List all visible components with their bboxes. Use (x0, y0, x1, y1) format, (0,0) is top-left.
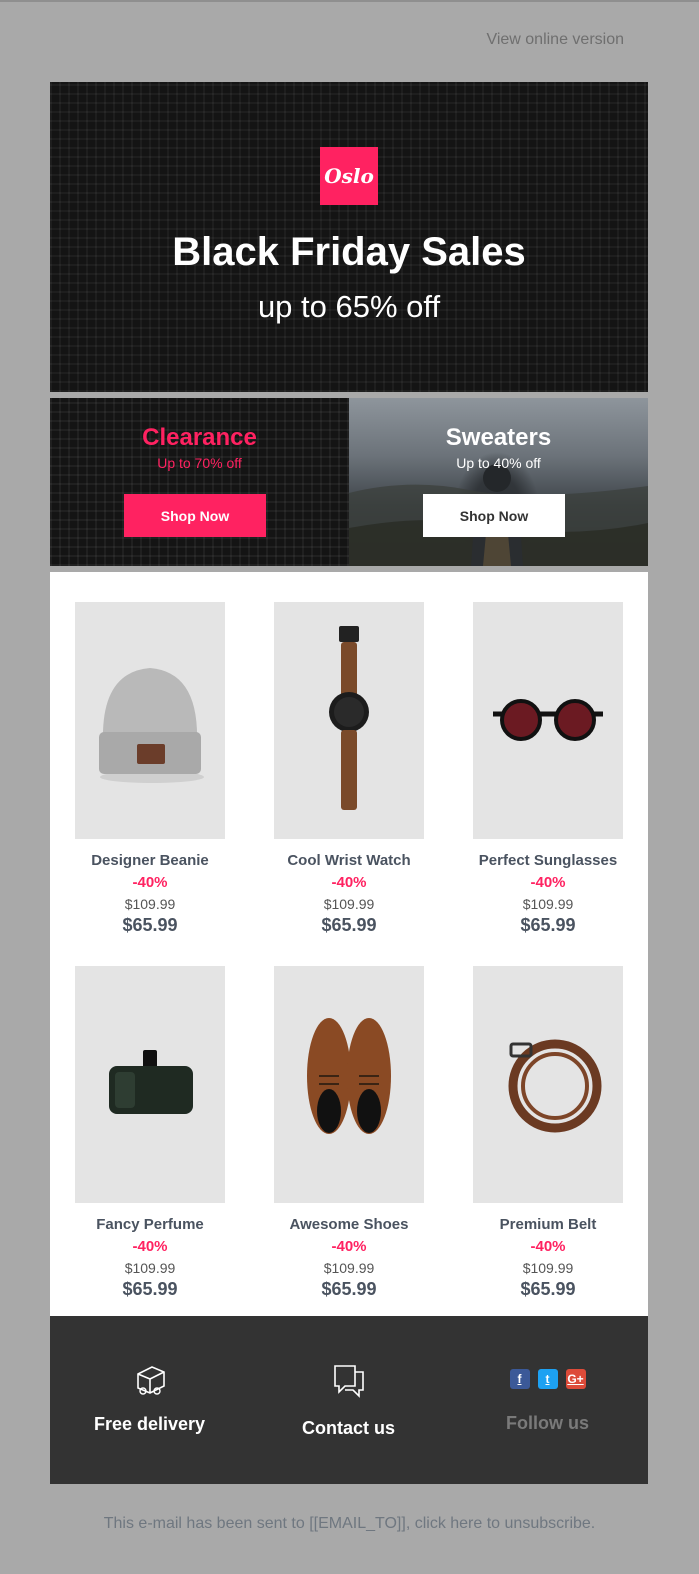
product-card[interactable]: Awesome Shoes -40% $109.99 $65.99 (274, 966, 424, 1300)
product-price: $65.99 (520, 1279, 576, 1299)
product-discount: -40% (331, 1238, 367, 1255)
perfume-icon (109, 1050, 193, 1114)
contact-feature[interactable]: Contact us (249, 1362, 448, 1439)
promo-clearance-subtitle: Up to 70% off (157, 455, 242, 471)
social-links: f t G+ (448, 1369, 647, 1389)
free-delivery-feature[interactable]: Free delivery (50, 1362, 249, 1435)
product-card[interactable]: Designer Beanie -40% $109.99 $65.99 (75, 602, 225, 936)
promo-sweaters-subtitle: Up to 40% off (456, 455, 541, 471)
product-price: $65.99 (520, 915, 576, 935)
hero-banner: Oslo Black Friday Sales up to 65% off (50, 82, 648, 392)
product-name: Designer Beanie (91, 852, 209, 869)
unsubscribe-text[interactable]: This e-mail has been sent to [[EMAIL_TO]… (0, 1515, 699, 1533)
product-card[interactable]: Perfect Sunglasses -40% $109.99 $65.99 (473, 602, 623, 936)
contact-label: Contact us (301, 1418, 395, 1438)
product-price: $65.99 (122, 1279, 178, 1299)
watch-icon (329, 626, 369, 810)
clearance-shop-now-button[interactable]: Shop Now (124, 494, 266, 537)
free-delivery-label: Free delivery (93, 1414, 206, 1434)
view-online-link[interactable]: View online version (486, 31, 624, 49)
product-name: Fancy Perfume (96, 1216, 204, 1233)
belt-image[interactable] (473, 966, 623, 1203)
product-name: Cool Wrist Watch (287, 852, 411, 869)
product-grid: Designer Beanie -40% $109.99 $65.99 Cool… (50, 572, 648, 1316)
shoes-icon (307, 1018, 391, 1134)
product-price: $65.99 (321, 1279, 377, 1299)
beanie-image[interactable] (75, 602, 225, 839)
sweaters-shop-now-button[interactable]: Shop Now (423, 494, 565, 537)
product-discount: -40% (530, 874, 566, 891)
perfume-image[interactable] (75, 966, 225, 1203)
follow-feature: f t G+ Follow us (448, 1369, 647, 1434)
top-divider (0, 0, 699, 2)
product-old-price: $109.99 (124, 1260, 176, 1276)
product-name: Premium Belt (499, 1216, 597, 1233)
shoes-image[interactable] (274, 966, 424, 1203)
product-old-price: $109.99 (323, 896, 375, 912)
promo-sweaters-title: Sweaters (445, 424, 552, 451)
promo-clearance-title: Clearance (142, 424, 257, 451)
product-old-price: $109.99 (522, 1260, 574, 1276)
watch-image[interactable] (274, 602, 424, 839)
product-discount: -40% (132, 1238, 168, 1255)
hero-title: Black Friday Sales (172, 230, 526, 274)
hero-subtitle: up to 65% off (257, 289, 441, 324)
product-card[interactable]: Premium Belt -40% $109.99 $65.99 (473, 966, 623, 1300)
promo-sweaters[interactable]: Sweaters Up to 40% off Shop Now (349, 398, 648, 566)
delivery-box-icon (136, 1366, 165, 1395)
product-discount: -40% (331, 874, 367, 891)
sunglasses-image[interactable] (473, 602, 623, 839)
product-discount: -40% (132, 874, 168, 891)
beanie-icon (99, 668, 204, 783)
product-name: Perfect Sunglasses (478, 852, 618, 869)
follow-label: Follow us (506, 1413, 589, 1433)
product-discount: -40% (530, 1238, 566, 1255)
product-price: $65.99 (321, 915, 377, 935)
product-old-price: $109.99 (124, 896, 176, 912)
chat-bubbles-icon (333, 1365, 364, 1398)
product-name: Awesome Shoes (289, 1216, 409, 1233)
sunglasses-icon (493, 699, 603, 741)
oslo-logo[interactable]: Oslo (320, 147, 378, 205)
product-old-price: $109.99 (323, 1260, 375, 1276)
footer-features: Free delivery Contact us f t G+ Follow u… (50, 1316, 648, 1484)
belt-icon (508, 1039, 602, 1133)
product-card[interactable]: Cool Wrist Watch -40% $109.99 $65.99 (274, 602, 424, 936)
promo-row: Clearance Up to 70% off Shop Now Sweater… (50, 398, 648, 566)
twitter-icon[interactable]: t (537, 1369, 558, 1389)
google-plus-icon[interactable]: G+ (565, 1369, 586, 1389)
product-old-price: $109.99 (522, 896, 574, 912)
product-card[interactable]: Fancy Perfume -40% $109.99 $65.99 (75, 966, 225, 1300)
product-price: $65.99 (122, 915, 178, 935)
promo-clearance[interactable]: Clearance Up to 70% off Shop Now (50, 398, 349, 566)
facebook-icon[interactable]: f (509, 1369, 530, 1389)
